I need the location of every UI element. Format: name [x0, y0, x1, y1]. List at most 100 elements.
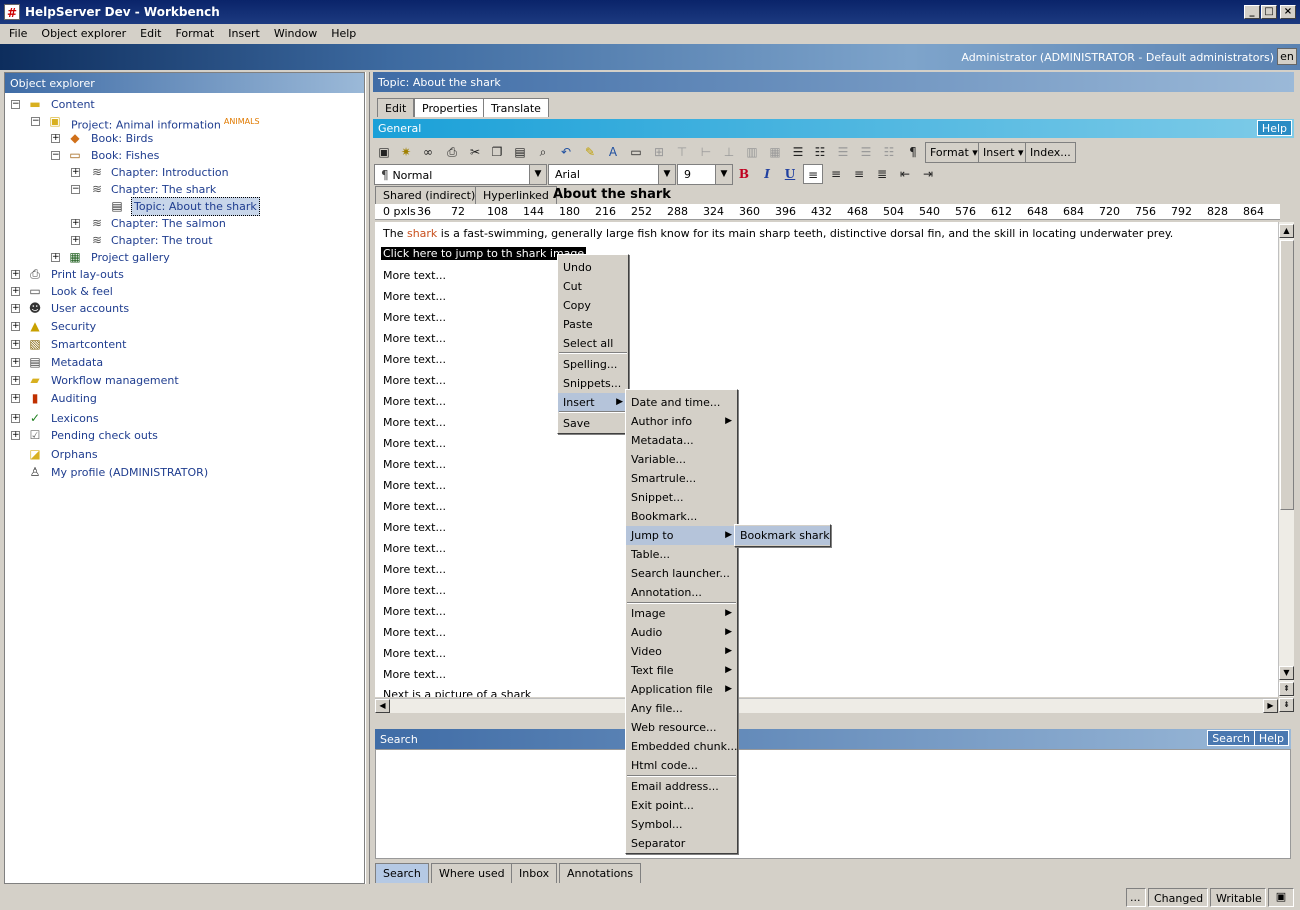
style-select[interactable]: ¶ Normal ▼	[374, 164, 547, 185]
indent-list-icon[interactable]: ☰	[856, 142, 876, 162]
menu-item-audio[interactable]: Audio ▶	[626, 623, 737, 642]
underline-button[interactable]: U	[780, 164, 800, 184]
bold-button[interactable]: B	[734, 164, 754, 184]
menu-item-save[interactable]: Save	[558, 414, 628, 433]
refresh-icon[interactable]: ✷	[396, 142, 416, 162]
scroll-thumb[interactable]	[1280, 240, 1294, 510]
table-col-icon[interactable]: ⊥	[719, 142, 739, 162]
print-icon[interactable]: ⎙	[442, 142, 462, 162]
search-button[interactable]: Search	[1207, 730, 1255, 746]
scroll-left-icon[interactable]: ◀	[375, 699, 390, 713]
find-icon[interactable]: ⌕	[533, 142, 553, 162]
italic-button[interactable]: I	[757, 164, 777, 184]
tab-search[interactable]: Search	[375, 863, 429, 883]
window-icon[interactable]: ▭	[626, 142, 646, 162]
tab-annotations[interactable]: Annotations	[559, 863, 642, 883]
search-help-button[interactable]: Help	[1253, 730, 1289, 746]
menu-insert[interactable]: Insert	[219, 24, 265, 40]
menu-item-metadata[interactable]: Metadata...	[626, 431, 737, 450]
panel-splitter[interactable]	[365, 72, 370, 884]
close-button[interactable]: ×	[1280, 5, 1296, 19]
index-button[interactable]: Index...	[1025, 142, 1076, 163]
menu-item-bookmark[interactable]: Bookmark...	[626, 507, 737, 526]
menu-item-html-code[interactable]: Html code...	[626, 756, 737, 775]
cut-icon[interactable]: ✂	[465, 142, 485, 162]
tab-where-used[interactable]: Where used	[431, 863, 513, 883]
menu-item-image[interactable]: Image ▶	[626, 604, 737, 623]
list-style-icon[interactable]: ☷	[879, 142, 899, 162]
scroll-right-icon[interactable]: ▶	[1263, 699, 1278, 713]
pilcrow-icon[interactable]: ¶	[903, 142, 923, 162]
menu-item-select-all[interactable]: Select all	[558, 334, 628, 353]
menu-item-search-launcher[interactable]: Search launcher...	[626, 564, 737, 583]
tab-shared-indirect[interactable]: Shared (indirect)	[375, 186, 484, 204]
page-up-icon[interactable]: ⇞	[1279, 682, 1294, 696]
menu-item-jump-to[interactable]: Jump to ▶	[626, 526, 737, 545]
size-select[interactable]: 9 ▼	[677, 164, 733, 185]
menu-item-snippet[interactable]: Snippet...	[626, 488, 737, 507]
font-color-icon[interactable]: A	[603, 142, 623, 162]
align-left-icon[interactable]: ≡	[803, 164, 823, 184]
menu-item-table[interactable]: Table...	[626, 545, 737, 564]
status-dots-button[interactable]: ...	[1126, 888, 1146, 907]
outdent-list-icon[interactable]: ☰	[833, 142, 853, 162]
indent-icon[interactable]: ⇥	[918, 164, 938, 184]
menu-item-symbol[interactable]: Symbol...	[626, 815, 737, 834]
menu-item-copy[interactable]: Copy	[558, 296, 628, 315]
menu-item-smartrule[interactable]: Smartrule...	[626, 469, 737, 488]
merge-cells-icon[interactable]: ▥	[742, 142, 762, 162]
paste-icon[interactable]: ▤	[510, 142, 530, 162]
menu-item-annotation[interactable]: Annotation...	[626, 583, 737, 602]
table-row-icon[interactable]: ⊢	[696, 142, 716, 162]
maximize-button[interactable]: □	[1261, 5, 1277, 19]
scroll-up-icon[interactable]: ▲	[1279, 224, 1294, 238]
menu-window[interactable]: Window	[265, 24, 322, 40]
preview-icon[interactable]: ∞	[418, 142, 438, 162]
tab-translate[interactable]: Translate	[483, 98, 549, 117]
menu-object-explorer[interactable]: Object explorer	[32, 24, 131, 40]
menu-item-web-resource[interactable]: Web resource...	[626, 718, 737, 737]
shark-link[interactable]: shark	[407, 227, 437, 240]
numbered-list-icon[interactable]: ☰	[788, 142, 808, 162]
align-center-icon[interactable]: ≡	[826, 164, 846, 184]
tab-inbox[interactable]: Inbox	[511, 863, 558, 883]
menu-help[interactable]: Help	[322, 24, 361, 40]
bullet-list-icon[interactable]: ☷	[810, 142, 830, 162]
menu-item-application-file[interactable]: Application file ▶	[626, 680, 737, 699]
menu-item-embedded-chunk[interactable]: Embedded chunk...	[626, 737, 737, 756]
menu-item-spelling[interactable]: Spelling...	[558, 355, 628, 374]
menu-format[interactable]: Format	[166, 24, 219, 40]
tab-hyperlinked[interactable]: Hyperlinked	[475, 186, 557, 204]
minimize-button[interactable]: _	[1244, 5, 1260, 19]
tab-properties[interactable]: Properties	[414, 98, 486, 117]
justify-icon[interactable]: ≣	[872, 164, 892, 184]
menu-file[interactable]: File	[0, 24, 32, 40]
selected-jump-text[interactable]: Click here to jump to th shark image	[381, 247, 587, 260]
menu-item-author-info[interactable]: Author info ▶	[626, 412, 737, 431]
general-help-button[interactable]: Help	[1256, 120, 1292, 136]
copy-icon[interactable]: ❐	[487, 142, 507, 162]
language-button[interactable]: en	[1277, 48, 1297, 65]
menu-item-undo[interactable]: Undo	[558, 258, 628, 277]
menu-item-email-address[interactable]: Email address...	[626, 777, 737, 796]
menu-item-bookmark-shark[interactable]: Bookmark shark	[735, 526, 830, 545]
scroll-down-icon[interactable]: ▼	[1279, 666, 1294, 680]
outdent-icon[interactable]: ⇤	[895, 164, 915, 184]
tab-edit[interactable]: Edit	[377, 98, 415, 117]
save-icon[interactable]: ▣	[374, 142, 394, 162]
status-window-icon[interactable]: ▣	[1268, 888, 1294, 907]
menu-item-text-file[interactable]: Text file ▶	[626, 661, 737, 680]
menu-item-cut[interactable]: Cut	[558, 277, 628, 296]
align-right-icon[interactable]: ≡	[849, 164, 869, 184]
editor-area[interactable]: The shark is a fast-swimming, generally …	[375, 222, 1278, 697]
menu-item-paste[interactable]: Paste	[558, 315, 628, 334]
highlight-icon[interactable]: ✎	[580, 142, 600, 162]
editor-horizontal-scrollbar[interactable]: ◀ ▶	[375, 698, 1278, 713]
page-down-icon[interactable]: ⇟	[1279, 698, 1294, 712]
editor-vertical-scrollbar[interactable]: ▲ ▼ ⇞	[1278, 222, 1294, 697]
search-results-area[interactable]	[375, 749, 1291, 859]
menu-item-separator[interactable]: Separator	[626, 834, 737, 853]
table-insert-icon[interactable]: ⊤	[672, 142, 692, 162]
font-select[interactable]: Arial ▼	[548, 164, 676, 185]
menu-item-insert[interactable]: Insert ▶	[558, 393, 628, 412]
